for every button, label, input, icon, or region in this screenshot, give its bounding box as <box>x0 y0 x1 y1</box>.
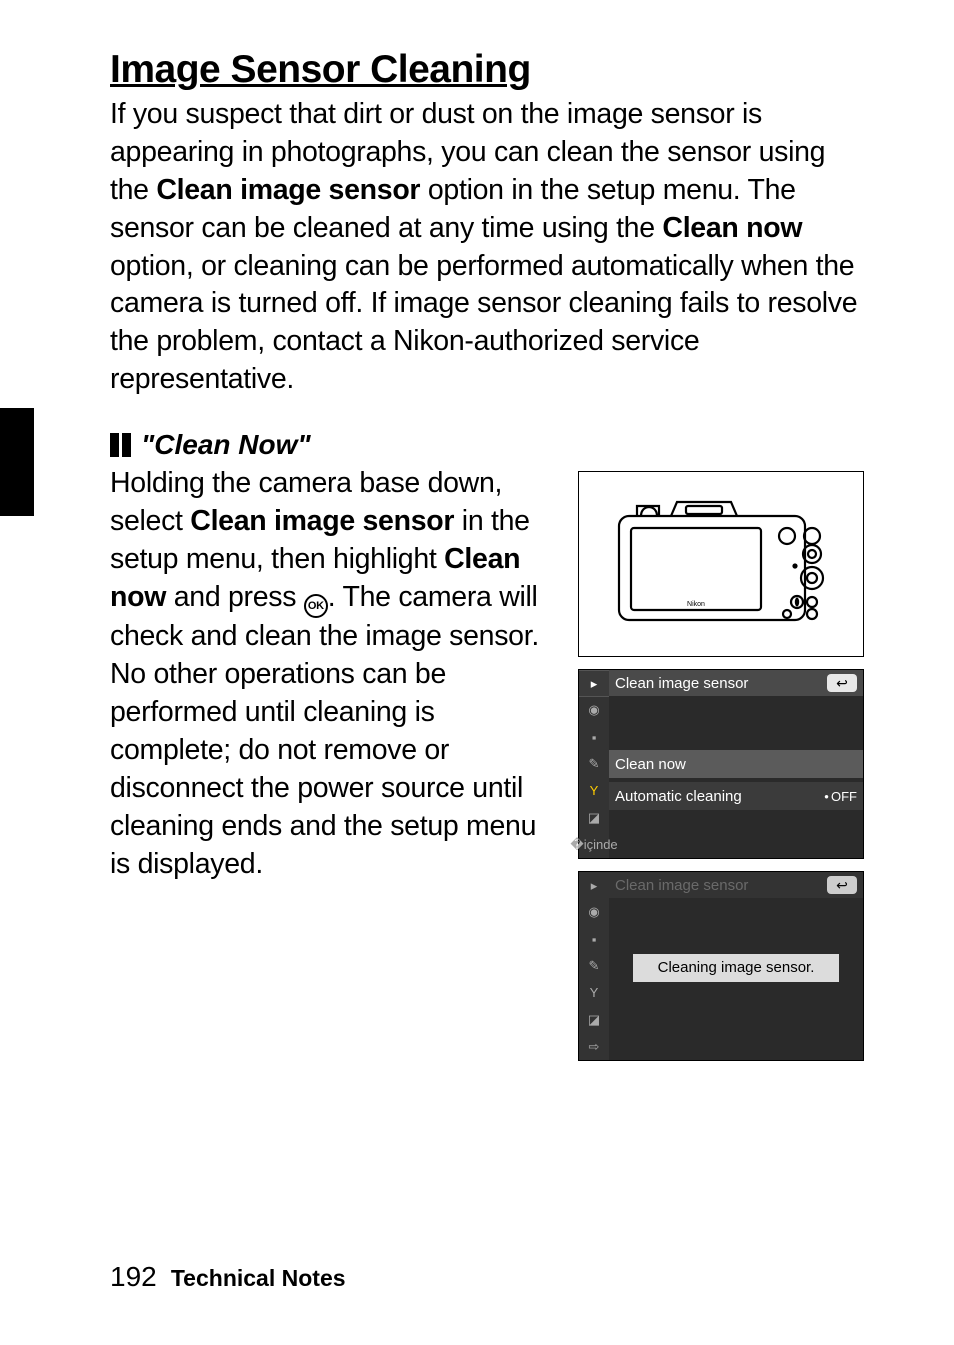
camera-back-icon: Nikon <box>601 494 841 634</box>
page-footer: 192 Technical Notes <box>110 1261 346 1293</box>
section-name: Technical Notes <box>171 1265 346 1291</box>
pencil-tab-icon: ✎ <box>579 751 609 778</box>
menu-screen-1: ▸ ◉ ▪ ✎ Y ◪ �içinde Clean image sensor ↩… <box>578 669 864 859</box>
play-tab-icon: ▸ <box>579 872 609 899</box>
video-tab-icon: ▪ <box>579 926 609 953</box>
cn-text-3: and press <box>166 581 304 613</box>
recent-tab-icon: �içinde <box>579 831 609 858</box>
off-indicator: ●OFF <box>824 789 857 804</box>
menu-screen-2: ▸ ◉ ▪ ✎ Y ◪ ⇨ Clean image sensor ↩ Clean… <box>578 871 864 1061</box>
intro-paragraph: If you suspect that dirt or dust on the … <box>110 96 864 399</box>
camera-tab-icon: ◉ <box>579 697 609 724</box>
menu-row-auto-cleaning: Automatic cleaning ●OFF <box>609 782 863 810</box>
subhead-text: "Clean Now" <box>141 429 311 461</box>
camera-diagram: Nikon <box>578 471 864 657</box>
back-icon: ↩ <box>827 876 857 894</box>
retouch-tab-icon: ◪ <box>579 1006 609 1033</box>
intro-bold-2: Clean now <box>662 212 802 244</box>
two-column-layout: Holding the camera base down, select Cle… <box>110 465 864 1073</box>
cn-text-4: . The camera will check and clean the im… <box>110 581 539 880</box>
menu-body-2: Clean image sensor ↩ Cleaning image sens… <box>609 872 863 1060</box>
intro-text-3: option, or cleaning can be performed aut… <box>110 250 857 396</box>
setup-tab-icon: Y <box>579 980 609 1007</box>
menu-title-dim: Clean image sensor <box>615 877 748 894</box>
pencil-tab-icon: ✎ <box>579 953 609 980</box>
side-tab <box>0 408 34 516</box>
setup-tab-icon: Y <box>579 778 609 805</box>
subhead-marker-icon <box>110 433 131 457</box>
page-number: 192 <box>110 1261 157 1292</box>
page-content: Image Sensor Cleaning If you suspect tha… <box>0 0 954 1073</box>
clean-now-label: Clean now <box>615 756 686 773</box>
ok-button-icon: OK <box>304 594 328 618</box>
menu-tabs-dim: ▸ ◉ ▪ ✎ Y ◪ ⇨ <box>579 872 609 1060</box>
clean-now-paragraph: Holding the camera base down, select Cle… <box>110 465 560 883</box>
intro-bold-1: Clean image sensor <box>156 174 420 206</box>
menu-row-clean-now: Clean now <box>609 750 863 778</box>
menu-title-row: Clean image sensor ↩ <box>609 670 863 696</box>
svg-text:Nikon: Nikon <box>687 601 705 608</box>
cleaning-status-band: Cleaning image sensor. <box>633 954 839 982</box>
illustration-column: Nikon ▸ ◉ ▪ ✎ Y ◪ �içinde Clean image se… <box>578 465 864 1073</box>
back-icon: ↩ <box>827 674 857 692</box>
menu-title: Clean image sensor <box>615 675 748 692</box>
menu-body: Clean image sensor ↩ Clean now Automatic… <box>609 670 863 858</box>
play-tab-icon: ▸ <box>579 670 609 697</box>
menu-title-row-dim: Clean image sensor ↩ <box>609 872 863 898</box>
cn-bold-1: Clean image sensor <box>190 505 454 537</box>
auto-cleaning-label: Automatic cleaning <box>615 788 742 805</box>
video-tab-icon: ▪ <box>579 724 609 751</box>
camera-tab-icon: ◉ <box>579 899 609 926</box>
off-text: OFF <box>831 789 857 804</box>
recent-tab-icon: ⇨ <box>579 1033 609 1060</box>
menu-tabs: ▸ ◉ ▪ ✎ Y ◪ �içinde <box>579 670 609 858</box>
section-heading: Image Sensor Cleaning <box>110 48 864 92</box>
retouch-tab-icon: ◪ <box>579 804 609 831</box>
subsection-heading: "Clean Now" <box>110 429 864 461</box>
